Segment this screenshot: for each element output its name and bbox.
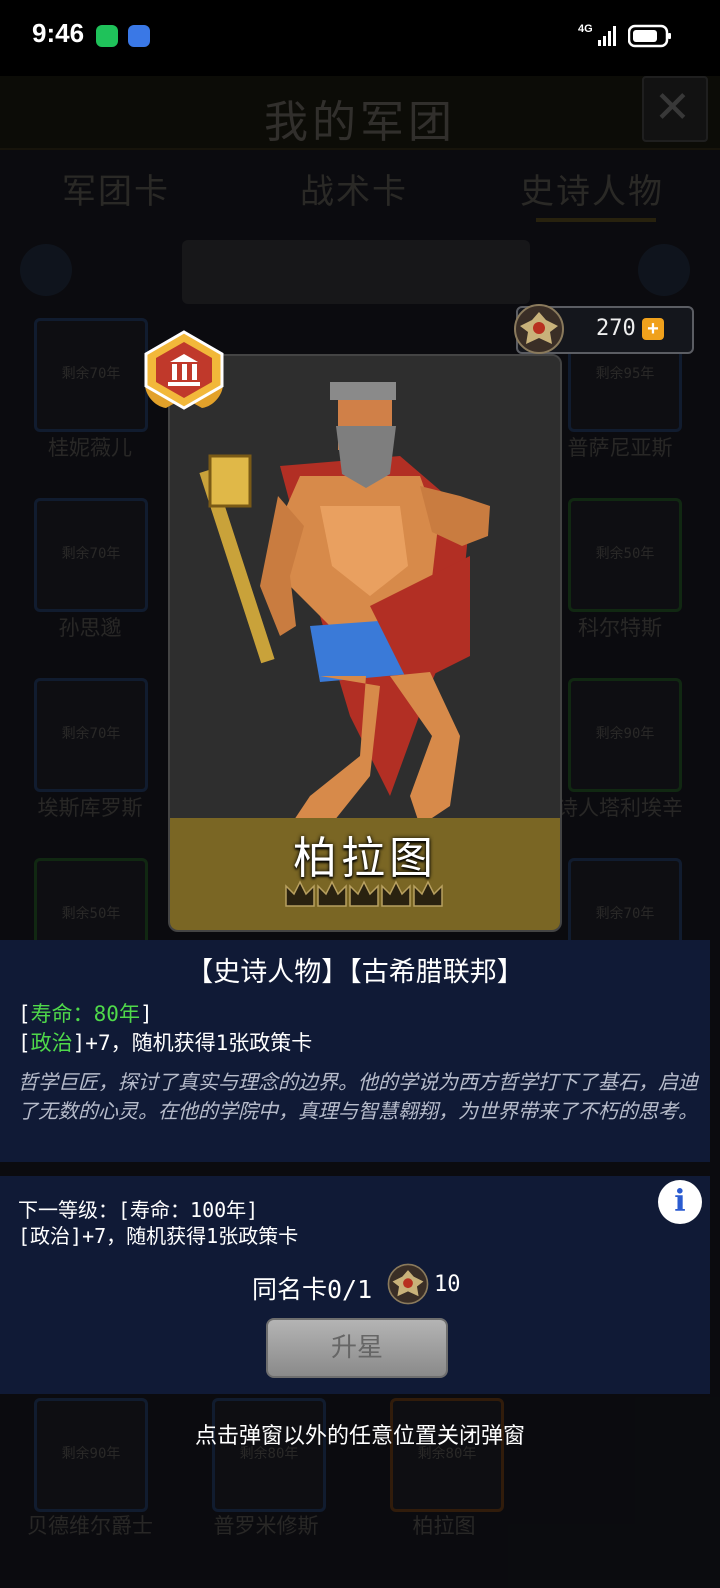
close-hint-text: 点击弹窗以外的任意位置关闭弹窗 — [194, 1424, 525, 1449]
eagle-emblem-icon — [514, 304, 564, 354]
status-time: 9:46 — [32, 18, 85, 48]
eagle-emblem-icon — [387, 1263, 429, 1305]
character-portrait — [170, 356, 560, 826]
wechat-icon — [96, 25, 118, 47]
politics-attribute: [政治]+7，随机获得1张政策卡 — [18, 1031, 313, 1055]
signal-icon — [598, 26, 616, 46]
currency-value: 270 — [596, 316, 636, 341]
currency-counter: 270 + — [514, 304, 694, 354]
upgrade-cost: 10 — [434, 1272, 461, 1297]
lifespan-attribute: [寿命：80年] — [18, 1002, 153, 1026]
character-info-panel: 【史诗人物】【古希腊联邦】 [寿命：80年] [政治]+7，随机获得1张政策卡 … — [0, 940, 710, 1162]
character-description: 哲学巨匠，探讨了真实与理念的边界。他的学说为西方哲学打下了基石，启迪了无数的心灵… — [18, 1070, 698, 1123]
upgrade-panel: 下一等级：[寿命：100年] [政治]+7，随机获得1张政策卡 i 同名卡0/1… — [0, 1176, 710, 1394]
character-card: 柏拉图 — [168, 354, 562, 932]
info-button[interactable]: i — [658, 1180, 702, 1224]
character-tags: 【史诗人物】【古希腊联邦】 — [186, 957, 524, 988]
upgrade-star-button[interactable]: 升星 — [266, 1318, 448, 1378]
duplicate-card-count: 同名卡0/1 — [252, 1275, 373, 1304]
next-level-label: 下一等级：[寿命：100年] — [18, 1198, 259, 1222]
star-rank-crowns-icon — [285, 880, 443, 907]
network-type: 4G — [578, 23, 593, 35]
next-level-attribute: [政治]+7，随机获得1张政策卡 — [18, 1224, 299, 1248]
app-icon — [128, 25, 150, 47]
epic-rank-badge-icon — [144, 330, 224, 410]
status-bar: 9:46 4G — [0, 0, 720, 76]
battery-icon — [628, 24, 671, 48]
add-currency-button[interactable]: + — [642, 318, 664, 340]
